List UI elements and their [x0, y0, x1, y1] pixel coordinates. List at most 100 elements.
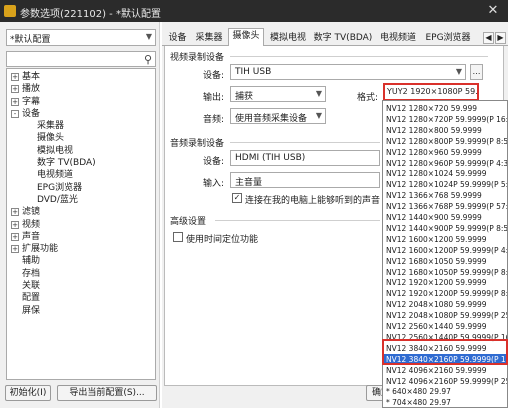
video-group-title: 视频录制设备	[170, 53, 225, 63]
format-option[interactable]: NV12 1366×768 59.9999	[386, 190, 482, 201]
format-option[interactable]: NV12 1680×1050 59.9999	[386, 256, 487, 267]
expand-icon[interactable]: +	[11, 220, 19, 229]
tab-tv-channels[interactable]: 电视频道	[375, 30, 421, 46]
tree-item-label: 采集器	[37, 121, 65, 132]
close-button[interactable]: ✕	[482, 2, 504, 19]
expand-icon[interactable]: +	[11, 73, 19, 81]
tree-item[interactable]: 电视频道	[7, 169, 155, 181]
tree-item[interactable]: - 设备	[7, 108, 155, 120]
video-device-more-button[interactable]: …	[470, 64, 483, 80]
video-device-label: 设备:	[202, 71, 224, 81]
tab-scroll-left-button[interactable]: ◀	[483, 32, 494, 44]
format-option[interactable]: NV12 1920×1200P 59.9999(P 8:5)	[386, 288, 507, 299]
format-option[interactable]: NV12 1600×1200 59.9999	[386, 234, 487, 245]
format-option[interactable]: NV12 2048×1080 59.9999	[386, 299, 487, 310]
tree-item-label: DVD/蓝光	[37, 194, 78, 205]
tree-item[interactable]: 辅助	[7, 255, 155, 267]
tree-item-label: 关联	[22, 281, 41, 292]
video-audio-select[interactable]: 使用音频采集设备 ▼	[230, 108, 326, 124]
tree-item[interactable]: + 滤镜	[7, 206, 155, 218]
format-option[interactable]: NV12 1280×720P 59.9999(P 16:9)	[386, 114, 507, 125]
tree-item[interactable]: + 基本	[7, 71, 155, 83]
format-option[interactable]: NV12 1280×720 59.999	[386, 103, 477, 114]
format-option[interactable]: NV12 1440×900P 59.9999(P 8:5)	[386, 223, 507, 234]
format-value: YUY2 1920×1080P 59.	[387, 87, 478, 96]
time-seek-checkbox-label: 使用时间定位功能	[186, 235, 259, 245]
tree-item-label: 配置	[22, 293, 41, 304]
format-option[interactable]: NV12 1280×800 59.9999	[386, 125, 482, 136]
tab-capture[interactable]: 采集器	[192, 30, 226, 46]
output-value: 捕获	[235, 92, 254, 102]
listen-checkbox[interactable]: ✓	[232, 193, 242, 203]
chevron-down-icon: ▼	[315, 111, 322, 120]
tree-item-label: 摄像头	[37, 133, 65, 144]
format-option[interactable]: * 704×480 29.97	[386, 397, 451, 407]
time-seek-checkbox[interactable]	[173, 232, 183, 242]
collapse-icon[interactable]: -	[11, 109, 19, 118]
tree-item[interactable]: + 视频	[7, 219, 155, 231]
tab-scroll-arrows: ◀ ▶	[482, 32, 506, 44]
format-option[interactable]: NV12 1366×768P 59.9999(P 57:32)	[386, 201, 507, 212]
format-option[interactable]: NV12 2560×1440 59.9999	[386, 321, 487, 332]
tree-item[interactable]: + 扩展功能	[7, 243, 155, 255]
tree-item[interactable]: 存档	[7, 268, 155, 280]
format-option[interactable]: NV12 1280×1024 59.9999	[386, 168, 487, 179]
tree-item-label: 扩展功能	[22, 244, 59, 255]
format-option[interactable]: NV12 2048×1080P 59.9999(P 256:135)	[386, 310, 507, 321]
advanced-group-title: 高级设置	[170, 217, 207, 227]
tab-epg[interactable]: EPG浏览器	[422, 30, 474, 46]
init-button[interactable]: 初始化(I)	[5, 385, 51, 401]
format-select[interactable]: YUY2 1920×1080P 59.	[383, 83, 479, 101]
format-option[interactable]: NV12 4096×2160 59.9999	[386, 365, 487, 376]
format-option[interactable]: NV12 1280×800P 59.9999(P 8:5)	[386, 136, 507, 147]
tab-scroll-right-button[interactable]: ▶	[495, 32, 506, 44]
format-option[interactable]: NV12 1440×900 59.9999	[386, 212, 482, 223]
tree-item[interactable]: EPG浏览器	[7, 182, 155, 194]
format-option[interactable]: NV12 1600×1200P 59.9999(P 4:3)	[386, 245, 507, 256]
format-option[interactable]: NV12 1920×1200 59.9999	[386, 277, 487, 288]
tree-item-label: EPG浏览器	[37, 182, 83, 193]
search-icon[interactable]: ⚲	[144, 53, 152, 66]
tree-item[interactable]: + 播放	[7, 83, 155, 95]
video-device-select[interactable]: TIH USB ▼	[230, 64, 466, 80]
title-bar: 参数选项(221102) - *默认配置 ✕	[0, 0, 508, 22]
expand-icon[interactable]: +	[11, 232, 19, 241]
tree-item[interactable]: 屏保	[7, 305, 155, 317]
tree-item[interactable]: 配置	[7, 292, 155, 304]
expand-icon[interactable]: +	[11, 208, 19, 217]
format-option[interactable]: NV12 4096×2160P 59.9999(P 256:135)	[386, 376, 507, 387]
export-config-button[interactable]: 导出当前配置(S)...	[57, 385, 157, 401]
format-option[interactable]: * 640×480 29.97	[386, 386, 451, 397]
tree-item[interactable]: 模拟电视	[7, 145, 155, 157]
output-select[interactable]: 捕获 ▼	[230, 86, 326, 102]
format-option[interactable]: NV12 1680×1050P 59.9999(P 8:5)	[386, 267, 507, 278]
format-option[interactable]: NV12 1280×960 59.9999	[386, 147, 482, 158]
listen-checkbox-label: 连接在我的电脑上能够听到的声音	[245, 196, 381, 206]
profile-select[interactable]: *默认配置 ▼	[6, 29, 156, 46]
tab-device[interactable]: 设备	[164, 30, 191, 46]
tree-item-label: 声音	[22, 231, 41, 242]
audio-input-select[interactable]: 主音量	[230, 172, 380, 188]
format-option[interactable]: NV12 1280×1024P 59.9999(P 5:4)	[386, 179, 507, 190]
audio-device-value: HDMI (TIH USB)	[235, 153, 306, 163]
tree-item[interactable]: DVD/蓝光	[7, 194, 155, 206]
tab-analog-tv[interactable]: 模拟电视	[265, 30, 311, 46]
tree-item[interactable]: 数字 TV(BDA)	[7, 157, 155, 169]
format-option[interactable]: NV12 1280×960P 59.9999(P 4:3)	[386, 158, 507, 169]
tree-item-label: 播放	[22, 84, 41, 95]
tree-item[interactable]: 关联	[7, 280, 155, 292]
tree-item[interactable]: + 字幕	[7, 96, 155, 108]
tree-item[interactable]: 采集器	[7, 120, 155, 132]
chevron-down-icon: ▼	[315, 89, 322, 98]
divider	[230, 142, 380, 143]
expand-icon[interactable]: +	[11, 97, 19, 106]
tab-camera[interactable]: 摄像头	[228, 28, 264, 47]
tab-digital-tv[interactable]: 数字 TV(BDA)	[312, 30, 374, 46]
audio-device-select[interactable]: HDMI (TIH USB)	[230, 150, 380, 166]
tree-item[interactable]: + 声音	[7, 231, 155, 243]
expand-icon[interactable]: +	[11, 85, 19, 94]
search-input[interactable]: ⚲	[6, 51, 156, 67]
tree-item[interactable]: 摄像头	[7, 132, 155, 144]
app-icon	[4, 5, 16, 17]
expand-icon[interactable]: +	[11, 245, 19, 254]
